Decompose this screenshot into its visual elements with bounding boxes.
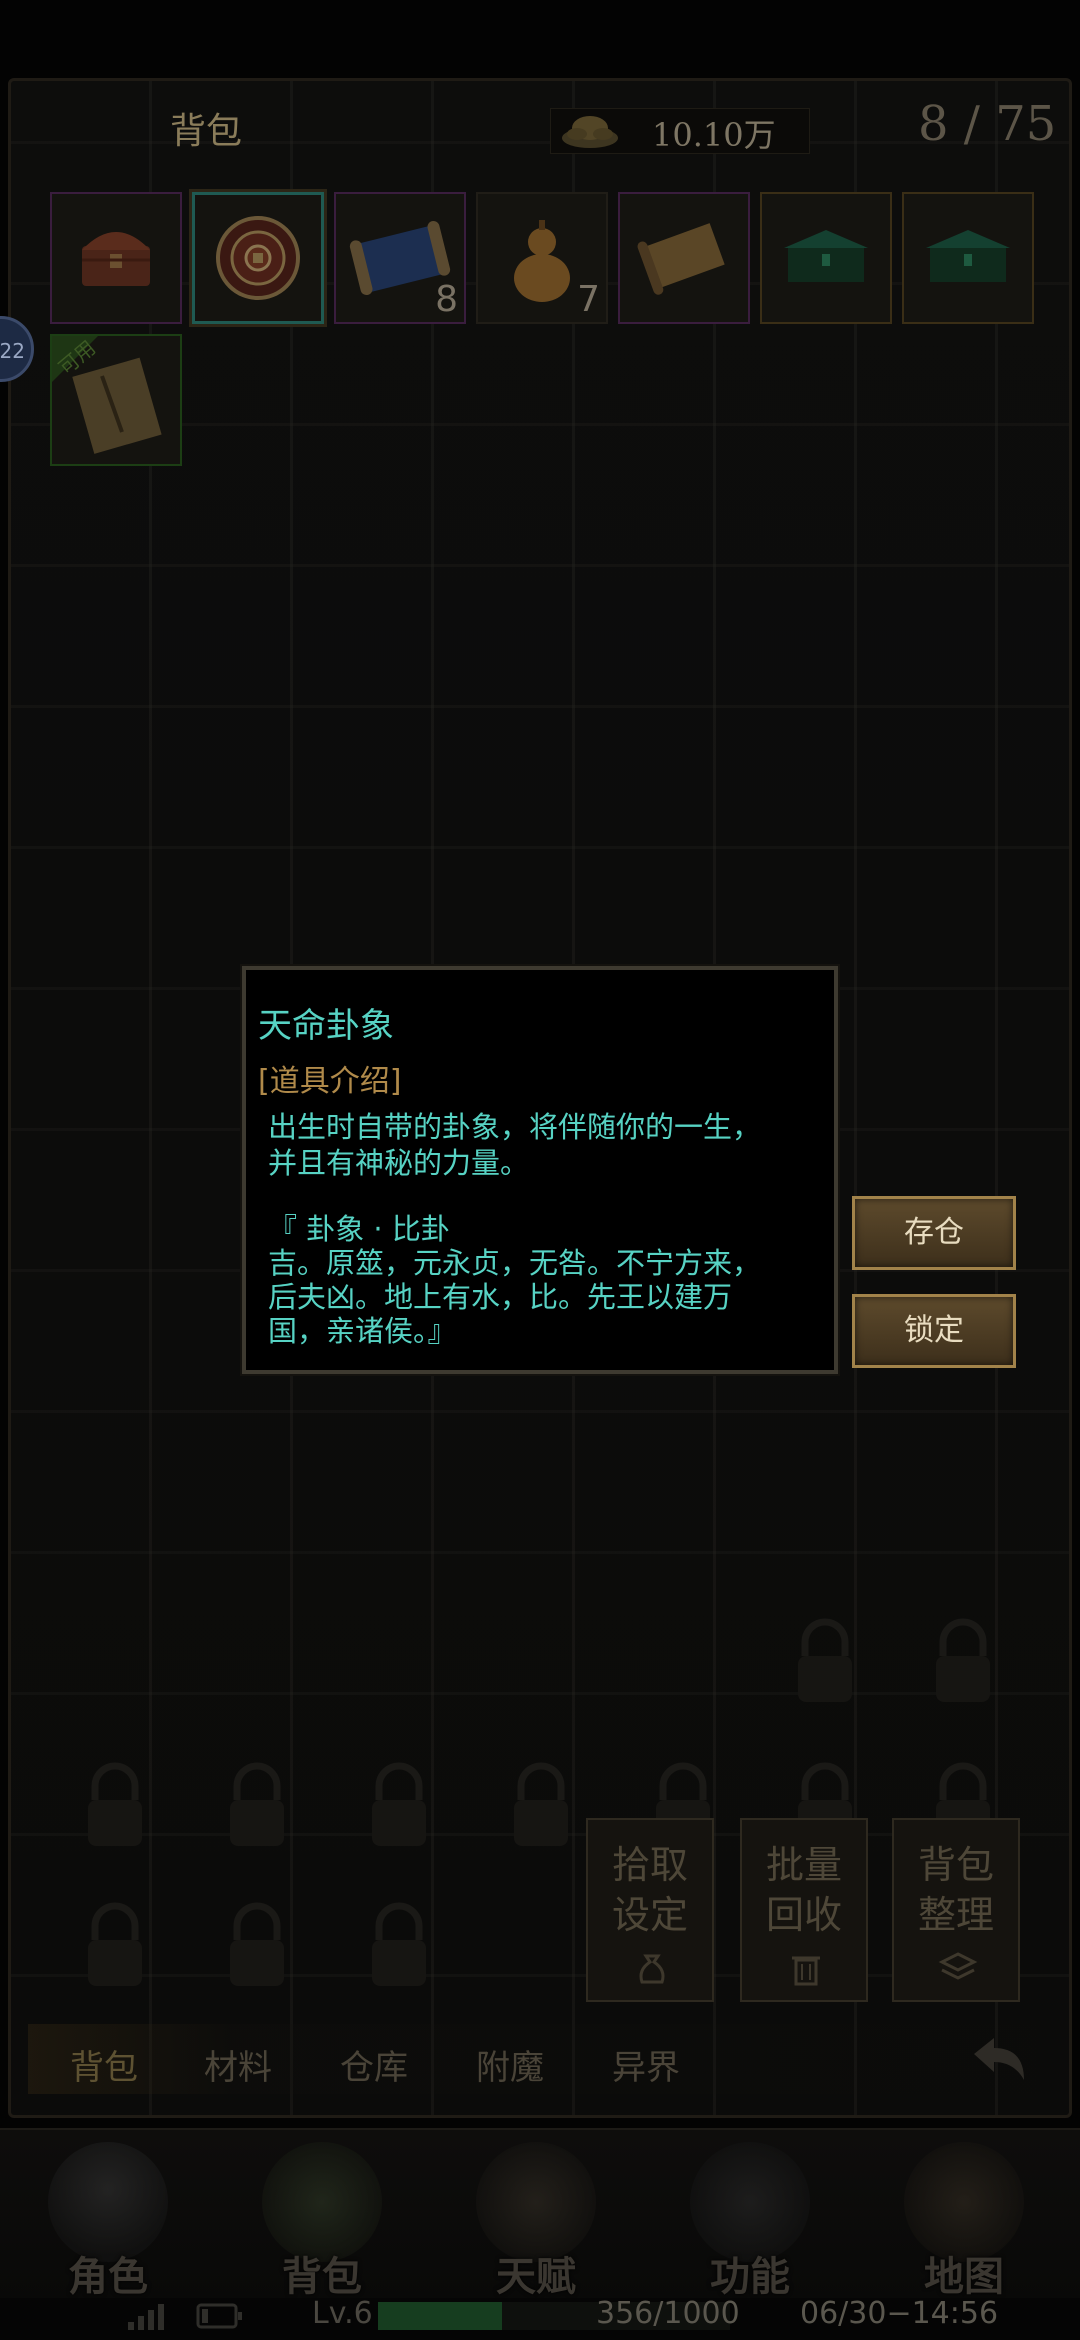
lock-icon — [88, 1902, 142, 1986]
tab-enchant[interactable]: 附魔 — [476, 2040, 544, 2089]
pickup-label-1: 拾取 — [611, 1843, 688, 1887]
store-button[interactable]: 存仓 — [852, 1196, 1016, 1270]
inventory-slot-green-chest[interactable] — [760, 192, 892, 324]
sort-bag-button[interactable]: 背包 整理 — [892, 1818, 1020, 2002]
lock-icon — [936, 1618, 990, 1702]
nav-map[interactable]: 地图 — [864, 2128, 1064, 2300]
nav-function[interactable]: 功能 — [650, 2128, 850, 2300]
inventory-slot-green-chest-2[interactable] — [902, 192, 1034, 324]
item-desc-line: 并且有神秘的力量。 — [268, 1146, 530, 1180]
lock-icon — [372, 1902, 426, 1986]
inventory-slot-gourd[interactable]: 7 — [476, 192, 608, 324]
tab-otherworld[interactable]: 异界 — [612, 2040, 680, 2089]
item-quantity: 7 — [577, 279, 600, 320]
layers-icon — [938, 1952, 978, 1980]
signal-icon — [128, 2304, 164, 2330]
paper-scroll-icon — [637, 223, 725, 295]
nav-character-label: 角色 — [68, 2254, 148, 2300]
lock-icon — [514, 1762, 568, 1846]
green-chest-icon — [784, 230, 868, 282]
nav-bag-label: 背包 — [282, 2254, 362, 2300]
exp-bar-fill — [378, 2302, 502, 2330]
tab-bag[interactable]: 背包 — [70, 2040, 138, 2089]
inventory-slot-blue-scroll[interactable]: 8 — [334, 192, 466, 324]
tab-materials[interactable]: 材料 — [204, 2040, 272, 2089]
recycle-label-2: 回收 — [765, 1893, 842, 1937]
gold-ingot-icon — [562, 116, 618, 148]
datetime: 06/30−14:56 — [800, 2296, 999, 2331]
inventory-slot-paper-scroll[interactable] — [618, 192, 750, 324]
back-arrow-icon[interactable] — [964, 2032, 1034, 2092]
battery-icon — [196, 2303, 242, 2329]
nav-function-label: 功能 — [710, 2254, 790, 2300]
item-quantity: 8 — [435, 279, 458, 320]
green-chest-icon — [926, 230, 1010, 282]
treasure-chest-icon — [82, 232, 150, 286]
sort-label-2: 整理 — [917, 1893, 994, 1937]
item-name: 天命卦象 — [258, 1006, 394, 1046]
lock-icon — [88, 1762, 142, 1846]
nav-talent[interactable]: 天赋 — [436, 2128, 636, 2300]
panel-title: 背包 — [170, 111, 243, 152]
nav-character[interactable]: 角色 — [8, 2128, 208, 2300]
lock-button[interactable]: 锁定 — [852, 1294, 1016, 1368]
pickup-label-2: 设定 — [611, 1893, 688, 1937]
exp-text: 356/1000 — [596, 2296, 740, 2331]
inventory-slot-treasure-chest[interactable] — [50, 192, 182, 324]
nav-map-label: 地图 — [924, 2254, 1004, 2300]
batch-recycle-button[interactable]: 批量 回收 — [740, 1818, 868, 2002]
bag-capacity: 8 / 75 — [918, 96, 1057, 152]
lock-icon — [230, 1902, 284, 1986]
tab-warehouse[interactable]: 仓库 — [340, 2040, 408, 2089]
lock-icon — [798, 1618, 852, 1702]
gold-amount: 10.10万 — [652, 116, 776, 154]
hexagram-medallion-icon — [216, 216, 300, 300]
item-desc-line: 国，亲诸侯。』 — [268, 1314, 457, 1348]
nav-talent-label: 天赋 — [496, 2254, 576, 2300]
inventory-slot-book[interactable]: 可用 — [50, 334, 182, 466]
item-section-label: [道具介绍] — [258, 1064, 402, 1099]
lock-icon — [372, 1762, 426, 1846]
trash-icon — [792, 1956, 820, 1986]
pickup-settings-button[interactable]: 拾取 设定 — [586, 1818, 714, 2002]
nav-bag[interactable]: 背包 — [222, 2128, 422, 2300]
player-level: Lv.6 — [312, 2296, 373, 2331]
inventory-slot-fate-hexagram[interactable] — [192, 192, 324, 324]
sort-label-1: 背包 — [917, 1843, 994, 1887]
recycle-label-1: 批量 — [765, 1843, 842, 1887]
bag-icon — [639, 1954, 665, 1984]
lock-icon — [230, 1762, 284, 1846]
